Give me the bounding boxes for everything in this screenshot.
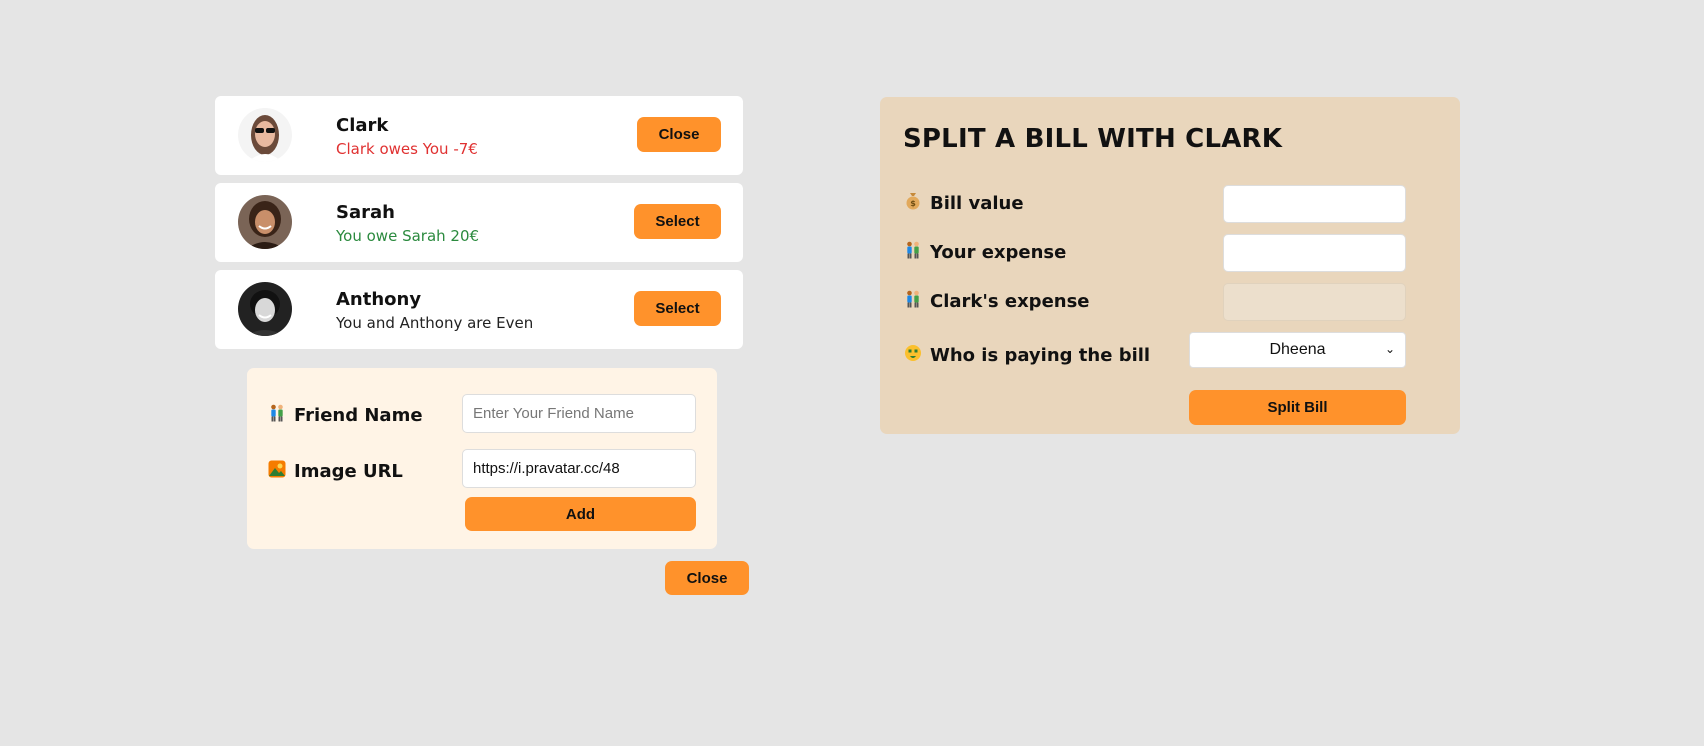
friend-expense-label: Clark's expense [930,290,1090,312]
money-face-icon [904,344,922,366]
image-url-input[interactable] [462,449,696,488]
split-bill-form: SPLIT A BILL WITH CLARK $ Bill value You… [880,97,1460,434]
payer-selected-value: Dheena [1269,341,1326,358]
people-icon [904,241,922,263]
image-url-label-row: Image URL [268,460,403,482]
svg-text:$: $ [910,199,916,208]
picture-icon [268,460,286,482]
chevron-down-icon: ⌄ [1384,342,1395,356]
add-friend-button[interactable]: Add [465,497,696,531]
close-friend-button[interactable]: Close [637,117,721,152]
select-friend-button[interactable]: Select [634,204,721,239]
friend-expense-input [1223,283,1406,321]
avatar [238,108,292,162]
friend-name-label-row: Friend Name [268,404,423,426]
avatar [238,195,292,249]
avatar [238,282,292,336]
people-icon [268,404,286,426]
friend-card-clark: Clark Clark owes You -7€ Close [215,96,743,175]
bill-value-input[interactable] [1223,185,1406,223]
friend-balance-status: You owe Sarah 20€ [336,227,480,245]
money-bag-icon: $ [904,192,922,214]
bill-value-label: Bill value [930,192,1024,214]
friend-card-anthony: Anthony You and Anthony are Even Select [215,270,743,349]
friend-name-input[interactable] [462,394,696,433]
payer-select[interactable]: Dheena ⌄ [1189,332,1406,368]
friend-balance-status: You and Anthony are Even [336,314,534,332]
payer-row: Who is paying the bill [904,344,1150,366]
friend-name-label: Friend Name [294,404,423,426]
select-friend-button[interactable]: Select [634,291,721,326]
split-bill-button[interactable]: Split Bill [1189,390,1406,425]
image-url-label: Image URL [294,460,403,482]
friend-balance-status: Clark owes You -7€ [336,140,478,158]
your-expense-row: Your expense [904,241,1066,263]
friend-expense-row: Clark's expense [904,290,1090,312]
friends-list: Clark Clark owes You -7€ Close Sarah You… [215,96,743,357]
your-expense-input[interactable] [1223,234,1406,272]
bill-value-row: $ Bill value [904,192,1024,214]
friend-name: Clark [336,115,389,136]
friend-card-sarah: Sarah You owe Sarah 20€ Select [215,183,743,262]
add-friend-form: Friend Name Image URL Add [247,368,717,549]
friend-name: Anthony [336,289,422,310]
split-bill-title: SPLIT A BILL WITH CLARK [903,124,1283,154]
people-icon [904,290,922,312]
payer-label: Who is paying the bill [930,344,1151,366]
close-add-form-button[interactable]: Close [665,561,749,595]
friend-name: Sarah [336,202,395,223]
your-expense-label: Your expense [930,241,1067,263]
